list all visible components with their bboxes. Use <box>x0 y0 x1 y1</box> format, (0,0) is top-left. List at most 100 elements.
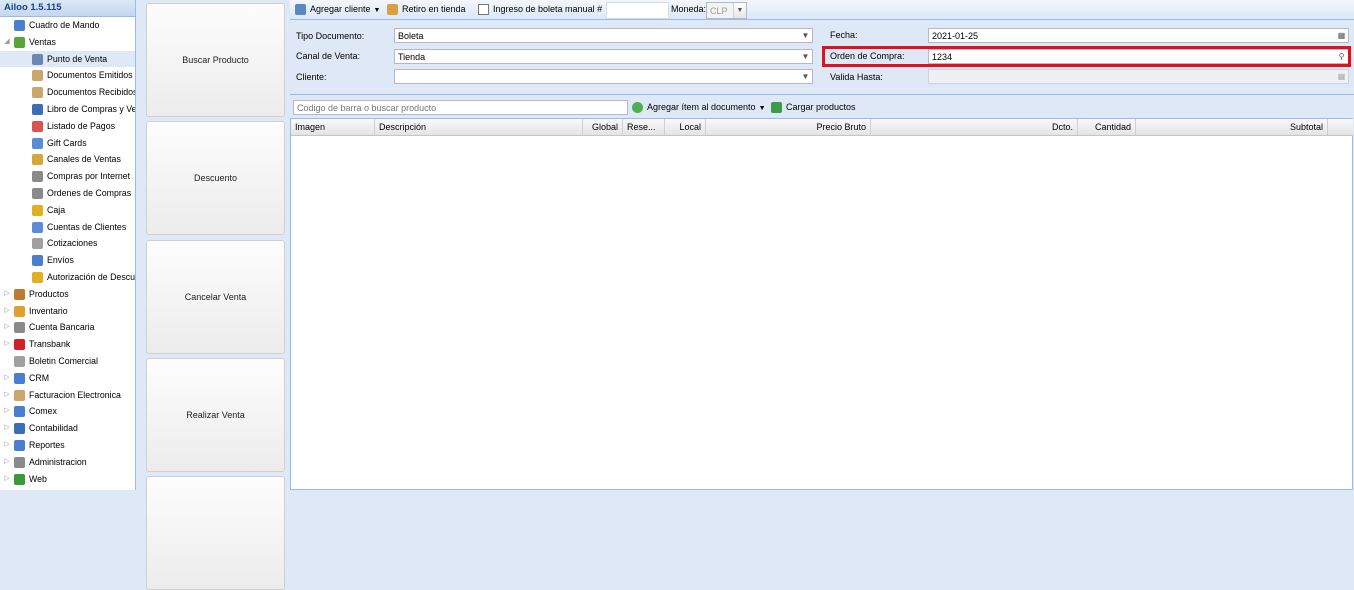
expand-arrow-icon[interactable]: ▷ <box>3 303 11 320</box>
sidebar-item[interactable]: Caja <box>0 202 135 219</box>
sidebar-item[interactable]: Canales de Ventas <box>0 151 135 168</box>
sidebar-item[interactable]: ▷ Inventario <box>0 303 135 320</box>
bar-chart-icon <box>14 439 25 451</box>
calendar-icon[interactable]: ▦ <box>1335 70 1348 83</box>
store-icon <box>387 4 398 16</box>
expand-arrow-icon[interactable]: ▷ <box>3 437 11 454</box>
navigation-tree: Cuadro de Mando ◢ Ventas Punto de Venta Docu… <box>0 17 135 487</box>
coins-icon <box>32 204 43 216</box>
sidebar-item[interactable]: Boletin Comercial <box>0 353 135 370</box>
expand-arrow-icon[interactable]: ▷ <box>3 454 11 471</box>
column-dcto[interactable]: Dcto. <box>871 119 1078 135</box>
buscar-producto-button[interactable]: Buscar Producto <box>146 3 285 117</box>
sidebar-item[interactable]: ▷ Reportes <box>0 437 135 454</box>
chevron-down-icon[interactable]: ▼ <box>733 3 746 18</box>
fecha-field[interactable]: 2021-01-25 ▦ <box>928 28 1349 43</box>
cancelar-venta-label: Cancelar Venta <box>184 292 247 302</box>
sidebar-item[interactable]: Cuentas de Clientes <box>0 219 135 236</box>
sidebar-item[interactable]: Ordenes de Compras <box>0 185 135 202</box>
fecha-label: Fecha: <box>830 30 858 40</box>
sidebar-item-label: Inventario <box>29 305 68 316</box>
tipo-documento-select[interactable]: Boleta ▼ <box>394 28 813 43</box>
cancelar-venta-button[interactable]: Cancelar Venta <box>146 240 285 354</box>
sidebar-item[interactable]: Listado de Pagos <box>0 118 135 135</box>
invoice-icon <box>14 389 25 401</box>
sidebar-item[interactable]: ▷ Contabilidad <box>0 420 135 437</box>
cargar-productos-button[interactable]: Cargar productos <box>771 97 856 117</box>
sidebar-item[interactable]: ▷ Transbank <box>0 336 135 353</box>
user-add-icon <box>295 4 306 16</box>
column-spacer <box>1328 119 1353 135</box>
expand-arrow-icon[interactable]: ▷ <box>3 286 11 303</box>
sidebar-item[interactable]: ▷ Facturacion Electronica <box>0 387 135 404</box>
sidebar-item[interactable]: Documentos Recibidos <box>0 84 135 101</box>
column-imagen[interactable]: Imagen <box>291 119 375 135</box>
expand-arrow-icon[interactable]: ▷ <box>3 370 11 387</box>
sidebar-item-label: Envíos <box>47 255 74 266</box>
realizar-venta-button[interactable]: Realizar Venta <box>146 358 285 472</box>
book-icon <box>32 103 43 115</box>
calendar-icon[interactable]: ▦ <box>1335 29 1348 42</box>
expand-arrow-icon[interactable]: ▷ <box>3 420 11 437</box>
sidebar-item[interactable]: ▷ Comex <box>0 403 135 420</box>
sidebar-item[interactable]: Autorización de Descuentos <box>0 269 135 286</box>
sidebar-item[interactable]: ◢ Ventas <box>0 34 135 51</box>
document-icon <box>32 70 43 82</box>
package-icon <box>14 305 25 317</box>
users-icon <box>14 372 25 384</box>
valida-hasta-field[interactable]: ▦ <box>928 69 1349 84</box>
sidebar-item[interactable]: ▷ CRM <box>0 370 135 387</box>
sidebar-item-label: Cotizaciones <box>47 238 98 249</box>
boleta-manual-input[interactable] <box>606 2 669 19</box>
agregar-item-button[interactable]: Agregar ítem al documento ▼ <box>632 97 766 117</box>
sidebar-item-label: Administracion <box>29 456 87 467</box>
cart-icon <box>32 154 43 166</box>
expand-arrow-icon[interactable]: ▷ <box>3 471 11 488</box>
sidebar-item[interactable]: ▷ Administracion <box>0 454 135 471</box>
descuento-label: Descuento <box>193 173 238 183</box>
valida-hasta-label: Valida Hasta: <box>830 72 883 82</box>
sidebar-item-label: Gift Cards <box>47 137 87 148</box>
retiro-en-tienda-button[interactable]: Retiro en tienda <box>387 0 466 20</box>
column-reservado[interactable]: Rese... <box>623 119 665 135</box>
boleta-manual-checkbox[interactable]: Ingreso de boleta manual # <box>478 0 602 20</box>
cargar-productos-label: Cargar productos <box>786 102 856 112</box>
canal-venta-select[interactable]: Tienda ▼ <box>394 49 813 64</box>
sidebar-item[interactable]: Gift Cards <box>0 135 135 152</box>
sidebar-item[interactable]: Cotizaciones <box>0 235 135 252</box>
extra-action-button[interactable] <box>146 476 285 590</box>
cliente-label: Cliente: <box>296 72 327 82</box>
column-cantidad[interactable]: Cantidad <box>1078 119 1136 135</box>
sidebar-item[interactable]: Libro de Compras y Ventas <box>0 101 135 118</box>
column-descripcion[interactable]: Descripción <box>375 119 583 135</box>
chevron-down-icon[interactable]: ▼ <box>799 50 812 63</box>
cliente-select[interactable]: ▼ <box>394 69 813 84</box>
sidebar-item[interactable]: Envíos <box>0 252 135 269</box>
column-subtotal[interactable]: Subtotal <box>1136 119 1328 135</box>
column-local[interactable]: Local <box>665 119 706 135</box>
sidebar-item[interactable]: Documentos Emitidos <box>0 67 135 84</box>
sidebar-item[interactable]: Compras por Internet <box>0 168 135 185</box>
products-grid: Imagen Descripción Global Rese... Local … <box>290 118 1353 490</box>
product-search-input[interactable] <box>293 100 628 115</box>
sidebar-item-label: Cuenta Bancaria <box>29 322 95 333</box>
sidebar-item[interactable]: Punto de Venta <box>0 50 135 68</box>
chevron-down-icon[interactable]: ▼ <box>799 70 812 83</box>
expand-arrow-icon[interactable]: ▷ <box>3 319 11 336</box>
collapse-arrow-icon[interactable]: ◢ <box>3 34 11 51</box>
agregar-cliente-button[interactable]: Agregar cliente ▼ <box>295 0 380 20</box>
expand-arrow-icon[interactable]: ▷ <box>3 403 11 420</box>
descuento-button[interactable]: Descuento <box>146 121 285 235</box>
chevron-down-icon[interactable]: ▼ <box>799 29 812 42</box>
sidebar-item-label: Autorización de Descuentos <box>47 271 136 282</box>
sidebar-item[interactable]: ▷ Cuenta Bancaria <box>0 319 135 336</box>
expand-arrow-icon[interactable]: ▷ <box>3 336 11 353</box>
moneda-select[interactable]: CLP ▼ <box>706 2 747 19</box>
sidebar-item[interactable]: Cuadro de Mando <box>0 17 135 34</box>
sidebar-item[interactable]: ▷ Productos <box>0 286 135 303</box>
column-precio-bruto[interactable]: Precio Bruto <box>706 119 871 135</box>
column-global[interactable]: Global <box>583 119 623 135</box>
sidebar-item[interactable]: ▷ Web <box>0 471 135 488</box>
sidebar-item-label: Compras por Internet <box>47 171 131 182</box>
expand-arrow-icon[interactable]: ▷ <box>3 387 11 404</box>
